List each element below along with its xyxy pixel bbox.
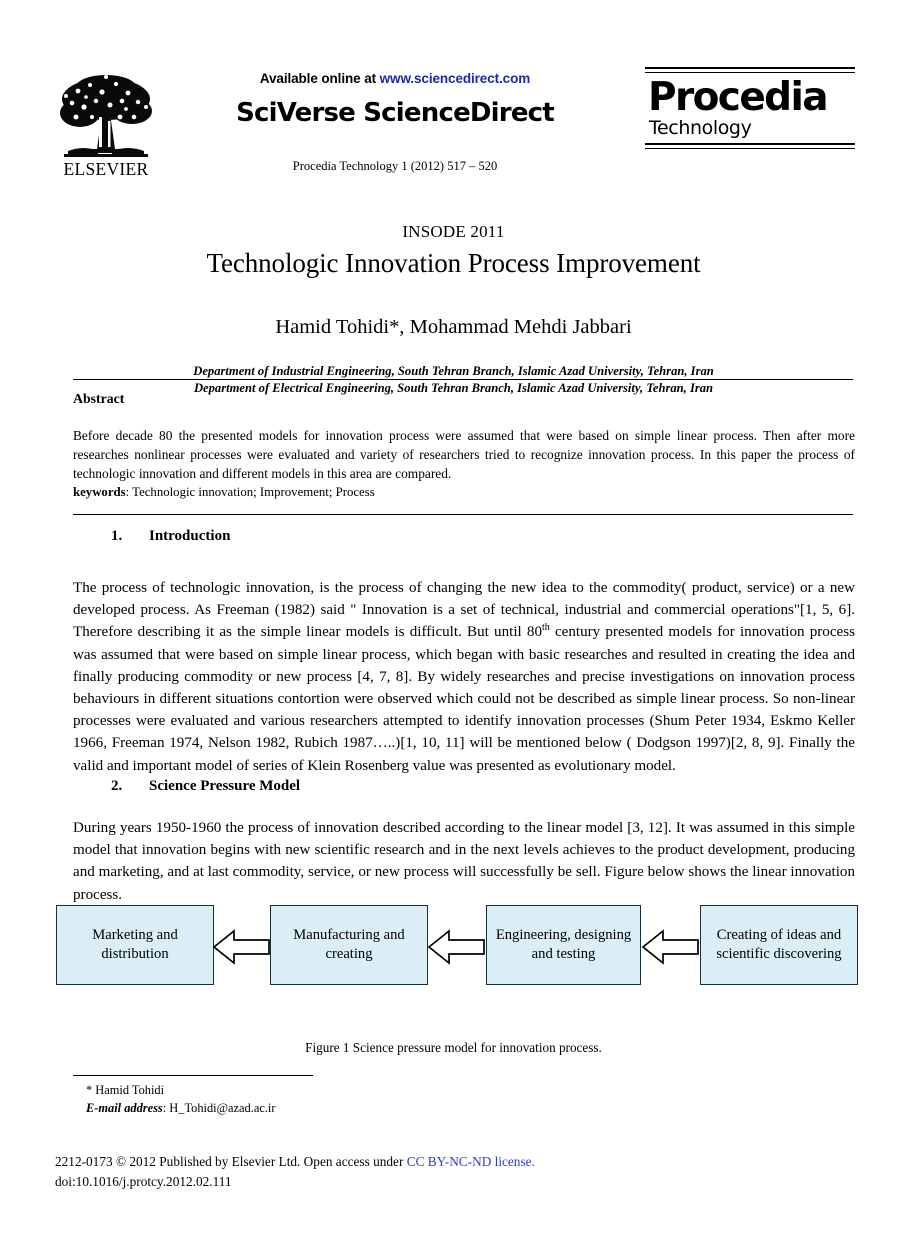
figure-1-diagram: Marketing and distribution Manufacturing… bbox=[0, 905, 907, 990]
process-box-manufacturing-and-creating: Manufacturing and creating bbox=[270, 905, 428, 985]
section-heading-science-pressure-model: 2. Science Pressure Model bbox=[111, 778, 300, 795]
affiliation-1: Department of Industrial Engineering, So… bbox=[193, 364, 714, 378]
section-title-1: Introduction bbox=[149, 528, 231, 544]
process-box-engineering-designing-and-testing: Engineering, designing and testing bbox=[486, 905, 641, 985]
keywords-line: keywords: Technologic innovation; Improv… bbox=[73, 485, 855, 500]
section-number-1: 1. bbox=[111, 528, 123, 544]
figure-caption: Figure 1 Science pressure model for inno… bbox=[305, 1040, 602, 1056]
procedia-rule-bottom bbox=[645, 143, 855, 149]
procedia-logo: Procedia Technology bbox=[645, 67, 855, 177]
left-arrow-icon-2 bbox=[427, 927, 485, 967]
available-online-prefix: Available online at bbox=[259, 71, 380, 86]
abstract-text: Before decade 80 the presented models fo… bbox=[73, 428, 855, 482]
footnote-email-label: E-mail address bbox=[86, 1100, 163, 1115]
intro-text-part2: century presented models for innovation … bbox=[73, 624, 855, 774]
footer-copyright-line: 2212-0173 © 2012 Published by Elsevier L… bbox=[55, 1152, 755, 1172]
available-online-line: Available online at www.sciencedirect.co… bbox=[180, 58, 610, 86]
left-arrow-icon-1 bbox=[212, 927, 270, 967]
footnote-email-line: E-mail address: H_Tohidi@azad.ac.ir bbox=[86, 1100, 586, 1118]
procedia-subtitle: Technology bbox=[649, 117, 752, 140]
author-list: Hamid Tohidi*, Mohammad Mehdi Jabbari bbox=[275, 316, 632, 338]
process-box-creating-of-ideas-and-scientific-discovering: Creating of ideas and scientific discove… bbox=[700, 905, 858, 985]
page-title: Technologic Innovation Process Improveme… bbox=[206, 248, 701, 278]
section-heading-introduction: 1. Introduction bbox=[111, 528, 230, 545]
footer-doi: doi:10.1016/j.protcy.2012.02.111 bbox=[55, 1173, 232, 1189]
intro-superscript-th: th bbox=[542, 622, 550, 634]
elsevier-wordmark: ELSEVIER bbox=[63, 159, 148, 179]
abstract-heading: Abstract bbox=[73, 391, 125, 406]
abstract-bottom-rule bbox=[73, 514, 853, 515]
footnote-email-value[interactable]: : H_Tohidi@azad.ac.ir bbox=[163, 1101, 276, 1115]
title-block: INSODE 2011 Technologic Innovation Proce… bbox=[0, 222, 907, 397]
paper-page: ELSEVIER Available online at www.science… bbox=[0, 0, 907, 1238]
section-paragraph-science-pressure-model: During years 1950-1960 the process of in… bbox=[73, 820, 855, 903]
footer-block: 2212-0173 © 2012 Published by Elsevier L… bbox=[55, 1152, 755, 1191]
sciverse-sciencedirect-wordmark: SciVerse ScienceDirect bbox=[236, 98, 555, 128]
footer-issn-copyright: 2212-0173 © 2012 Published by Elsevier L… bbox=[55, 1154, 407, 1169]
elsevier-logo: ELSEVIER bbox=[58, 65, 154, 180]
journal-reference: Procedia Technology 1 (2012) 517 – 520 bbox=[292, 159, 498, 173]
section-title-2: Science Pressure Model bbox=[149, 778, 301, 794]
keywords-label: keywords bbox=[73, 485, 126, 500]
masthead: ELSEVIER Available online at www.science… bbox=[0, 58, 907, 193]
keywords-value: : Technologic innovation; Improvement; P… bbox=[125, 485, 375, 500]
abstract-section: Abstract Before decade 80 the presented … bbox=[73, 391, 855, 500]
footnote-author: * Hamid Tohidi bbox=[86, 1083, 165, 1097]
elsevier-tree-icon: ELSEVIER bbox=[60, 75, 152, 179]
abstract-top-rule bbox=[73, 379, 853, 380]
left-arrow-icon-3 bbox=[641, 927, 699, 967]
sciencedirect-url-link[interactable]: www.sciencedirect.com bbox=[380, 71, 531, 86]
sciencedirect-block: Available online at www.sciencedirect.co… bbox=[180, 58, 610, 174]
section-number-2: 2. bbox=[111, 778, 123, 794]
process-box-marketing-and-distribution: Marketing and distribution bbox=[56, 905, 214, 985]
footnote-block: * Hamid Tohidi E-mail address: H_Tohidi@… bbox=[86, 1082, 586, 1117]
procedia-rule-top bbox=[645, 67, 855, 73]
footnote-rule bbox=[73, 1075, 313, 1076]
conference-name: INSODE 2011 bbox=[402, 222, 505, 241]
cc-license-link[interactable]: CC BY-NC-ND license. bbox=[407, 1154, 535, 1169]
section-paragraph-introduction: The process of technologic innovation, i… bbox=[73, 577, 855, 777]
procedia-wordmark: Procedia bbox=[648, 74, 829, 120]
